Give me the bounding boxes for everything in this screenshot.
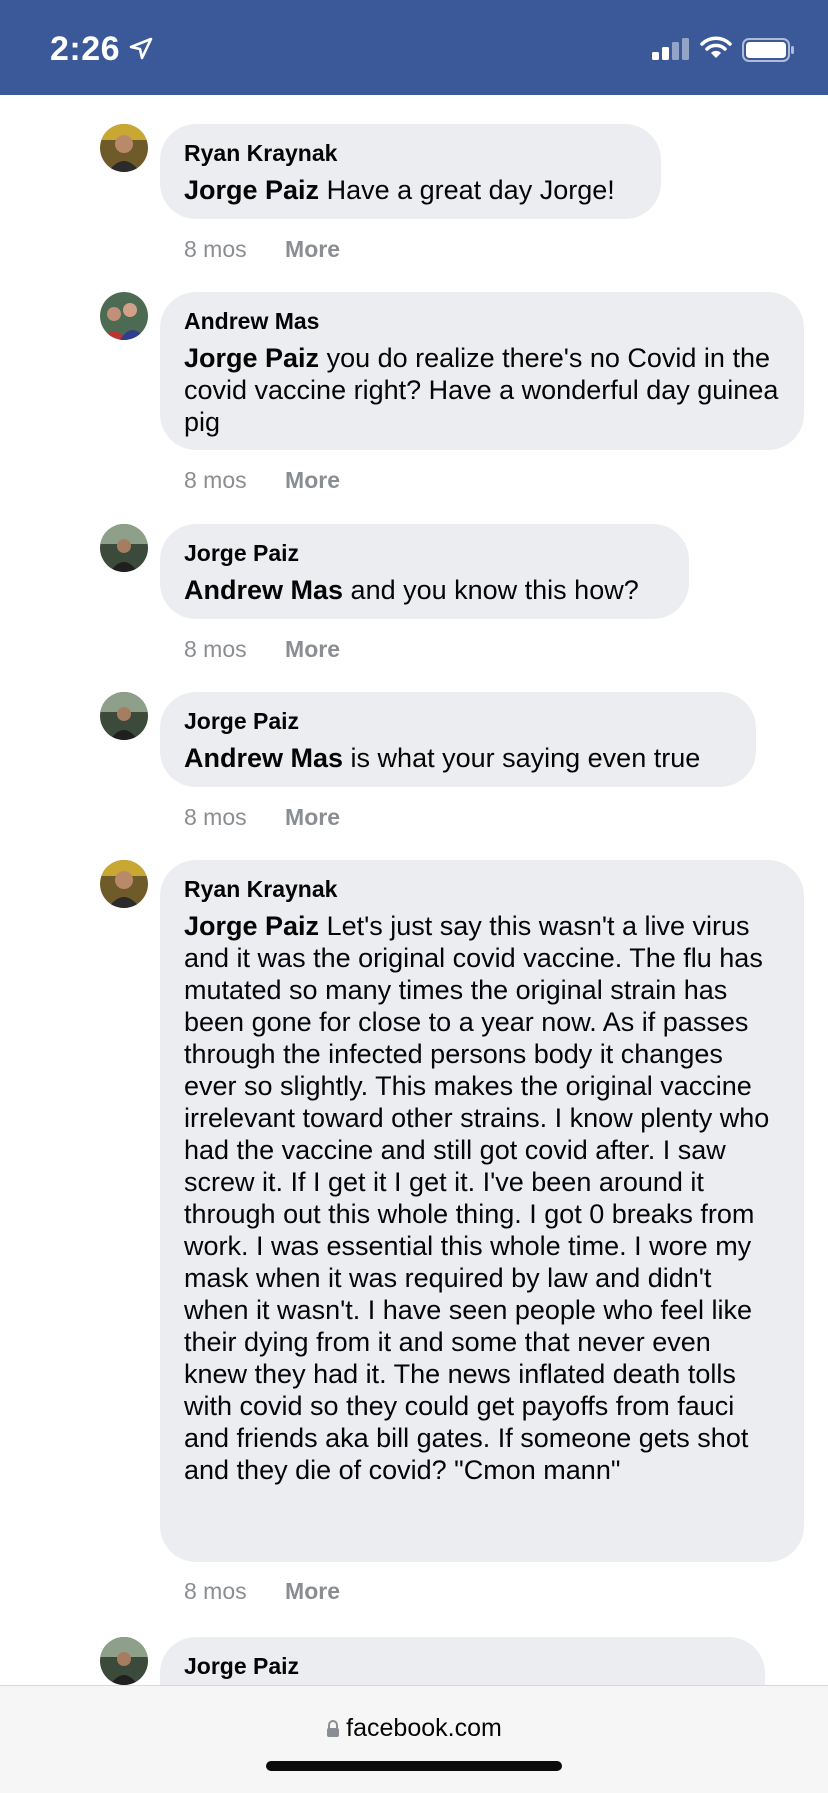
comment-time[interactable]: 8 mos bbox=[184, 236, 247, 263]
comment-author[interactable]: Ryan Kraynak bbox=[184, 138, 637, 168]
avatar[interactable] bbox=[100, 1637, 148, 1685]
avatar-photo-jorge bbox=[100, 1637, 148, 1685]
avatar[interactable] bbox=[100, 292, 148, 340]
comment-bubble[interactable]: Ryan Kraynak Jorge Paiz Let's just say t… bbox=[160, 860, 804, 1562]
comment-meta: 8 mos More bbox=[184, 236, 340, 263]
comment-feed[interactable]: Ryan Kraynak Jorge Paiz Have a great day… bbox=[0, 95, 828, 1685]
mention-link[interactable]: Andrew Mas bbox=[184, 743, 343, 773]
comment-text: Andrew Mas is what your saying even true bbox=[184, 743, 701, 773]
comment-bubble[interactable]: Jorge Paiz Andrew Mas is what your sayin… bbox=[160, 692, 756, 787]
avatar-photo-ryan bbox=[100, 124, 148, 172]
avatar-photo-andrew bbox=[100, 292, 148, 340]
comment-meta: 8 mos More bbox=[184, 636, 340, 663]
more-button[interactable]: More bbox=[285, 1578, 340, 1605]
more-button[interactable]: More bbox=[285, 236, 340, 263]
avatar[interactable] bbox=[100, 524, 148, 572]
comment-time[interactable]: 8 mos bbox=[184, 1578, 247, 1605]
avatar[interactable] bbox=[100, 124, 148, 172]
comment-time[interactable]: 8 mos bbox=[184, 636, 247, 663]
status-bar: 2:26 bbox=[0, 0, 828, 95]
comment-bubble[interactable]: Ryan Kraynak Jorge Paiz Have a great day… bbox=[160, 124, 661, 219]
mention-link[interactable]: Jorge Paiz bbox=[184, 911, 319, 941]
battery-icon bbox=[742, 38, 794, 62]
home-indicator[interactable] bbox=[266, 1761, 562, 1771]
comment-bubble[interactable]: Jorge Paiz Andrew Mas and you know this … bbox=[160, 524, 689, 619]
more-button[interactable]: More bbox=[285, 804, 340, 831]
url-text: facebook.com bbox=[346, 1714, 502, 1742]
lock-icon bbox=[327, 1720, 340, 1737]
avatar-photo-jorge bbox=[100, 524, 148, 572]
more-button[interactable]: More bbox=[285, 636, 340, 663]
avatar[interactable] bbox=[100, 860, 148, 908]
mention-link[interactable]: Jorge Paiz bbox=[184, 343, 319, 373]
comment-author[interactable]: Jorge Paiz bbox=[184, 538, 665, 568]
comment-text: Jorge Paiz you do realize there's no Cov… bbox=[184, 343, 779, 437]
comment-time[interactable]: 8 mos bbox=[184, 467, 247, 494]
status-time: 2:26 bbox=[50, 30, 121, 68]
mention-link[interactable]: Jorge Paiz bbox=[184, 175, 319, 205]
comment-meta: 8 mos More bbox=[184, 467, 340, 494]
more-button[interactable]: More bbox=[285, 467, 340, 494]
comment-time[interactable]: 8 mos bbox=[184, 804, 247, 831]
avatar-photo-jorge bbox=[100, 692, 148, 740]
mention-link[interactable]: Andrew Mas bbox=[184, 575, 343, 605]
comment-bubble[interactable]: Jorge Paiz bbox=[160, 1637, 765, 1685]
comment-author[interactable]: Jorge Paiz bbox=[184, 706, 732, 736]
avatar[interactable] bbox=[100, 692, 148, 740]
comment-text: Andrew Mas and you know this how? bbox=[184, 575, 639, 605]
url-bar[interactable]: facebook.com bbox=[0, 1714, 828, 1743]
comment-author[interactable]: Andrew Mas bbox=[184, 306, 780, 336]
comment-text: Jorge Paiz Let's just say this wasn't a … bbox=[184, 911, 770, 1485]
comment-author[interactable]: Jorge Paiz bbox=[184, 1651, 741, 1681]
browser-bottom-bar: facebook.com bbox=[0, 1685, 828, 1793]
avatar-photo-ryan bbox=[100, 860, 148, 908]
location-arrow-icon bbox=[129, 37, 153, 60]
comment-author[interactable]: Ryan Kraynak bbox=[184, 874, 780, 904]
wifi-icon bbox=[700, 36, 732, 58]
signal-icon bbox=[652, 38, 689, 60]
comment-bubble[interactable]: Andrew Mas Jorge Paiz you do realize the… bbox=[160, 292, 804, 450]
comment-meta: 8 mos More bbox=[184, 1578, 340, 1605]
comment-text: Jorge Paiz Have a great day Jorge! bbox=[184, 175, 615, 205]
comment-meta: 8 mos More bbox=[184, 804, 340, 831]
